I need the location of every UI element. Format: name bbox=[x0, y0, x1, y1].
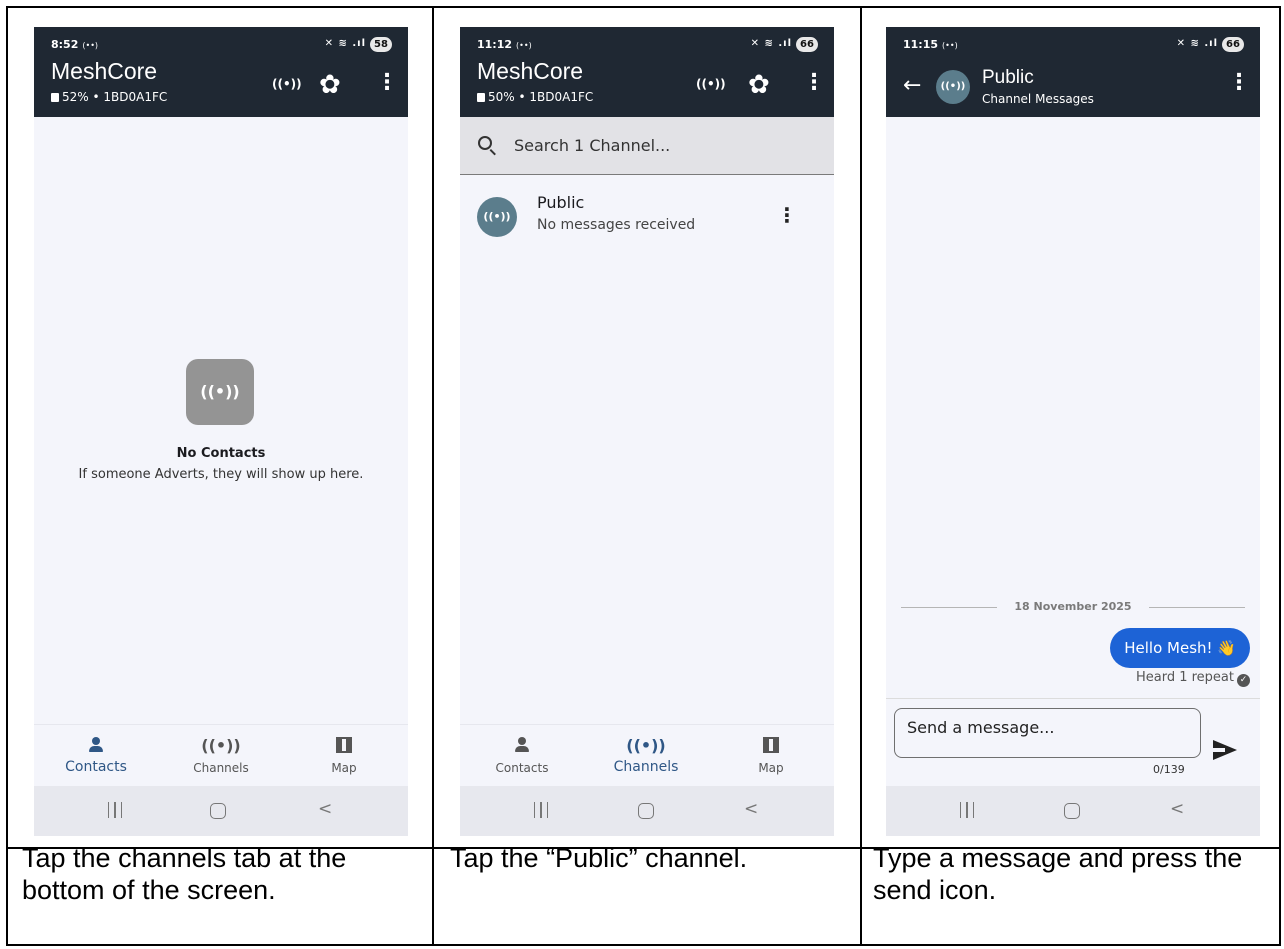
date-separator: 18 November 2025 bbox=[901, 599, 1245, 615]
back-arrow-icon[interactable]: ← bbox=[903, 75, 921, 97]
status-time: 8:52 (••) bbox=[51, 38, 99, 51]
settings-gear-icon[interactable]: ✿ bbox=[748, 72, 770, 98]
search-icon bbox=[478, 136, 492, 150]
phone-screen-channels: 11:12 (••) ✕ ≋ .ıl 66 MeshCore 50% • 1BD0… bbox=[460, 27, 834, 836]
status-bar: 11:15 (••) ✕ ≋ .ıl 66 bbox=[903, 37, 1244, 54]
back-button[interactable]: < bbox=[744, 799, 758, 819]
recents-button[interactable] bbox=[534, 802, 548, 818]
tab-map[interactable]: Map bbox=[711, 725, 831, 787]
delivery-status: Heard 1 repeat ✓ bbox=[1136, 670, 1250, 687]
chat-title: Public bbox=[982, 67, 1034, 88]
home-button[interactable] bbox=[1064, 803, 1080, 819]
map-icon bbox=[284, 737, 404, 757]
phone-screen-chat: 11:15 (••) ✕ ≋ .ıl 66 ← ((•)) Public Chan… bbox=[886, 27, 1260, 836]
channel-broadcast-avatar-icon: ((•)) bbox=[936, 70, 970, 104]
battery-indicator: 58 bbox=[370, 37, 392, 52]
channel-search-bar[interactable]: Search 1 Channel... bbox=[460, 117, 834, 175]
check-icon: ✓ bbox=[1237, 674, 1250, 687]
bottom-navigation: Contacts ((•)) Channels Map bbox=[460, 724, 834, 786]
status-bar: 11:12 (••) ✕ ≋ .ıl 66 bbox=[477, 37, 818, 54]
status-time: 11:12 (••) bbox=[477, 38, 532, 51]
app-title: MeshCore bbox=[51, 58, 158, 84]
back-button[interactable]: < bbox=[318, 799, 332, 819]
phone-screen-contacts: 8:52 (••) ✕ ≋ .ıl 58 MeshCore 52% • 1BD0A… bbox=[34, 27, 408, 836]
character-counter: 0/139 bbox=[1153, 763, 1185, 776]
map-icon bbox=[711, 737, 831, 757]
home-button[interactable] bbox=[210, 803, 226, 819]
advert-broadcast-icon[interactable]: ((•)) bbox=[272, 77, 302, 91]
step-3-caption: Type a message and press the send icon. bbox=[873, 843, 1243, 905]
signal-icons: ✕ ≋ .ıl bbox=[750, 38, 792, 49]
channel-list-item[interactable]: ((•)) Public No messages received ⋮ bbox=[460, 187, 834, 251]
sent-message-bubble[interactable]: Hello Mesh! 👋 bbox=[1110, 628, 1250, 668]
app-bar: 11:15 (••) ✕ ≋ .ıl 66 ← ((•)) Public Chan… bbox=[886, 27, 1260, 117]
app-bar: 11:12 (••) ✕ ≋ .ıl 66 MeshCore 50% • 1BD0… bbox=[460, 27, 834, 117]
tab-contacts[interactable]: Contacts bbox=[36, 725, 156, 787]
person-icon bbox=[462, 737, 582, 757]
channel-broadcast-avatar-icon: ((•)) bbox=[477, 197, 517, 237]
tab-map-label: Map bbox=[758, 761, 784, 775]
tab-map-label: Map bbox=[331, 761, 357, 775]
broadcast-icon: ((•)) bbox=[201, 736, 241, 755]
battery-indicator: 66 bbox=[1222, 37, 1244, 52]
signal-icons: ✕ ≋ .ıl bbox=[1176, 38, 1218, 49]
date-separator-label: 18 November 2025 bbox=[1014, 600, 1132, 613]
chat-subtitle: Channel Messages bbox=[982, 92, 1094, 106]
signal-icons: ✕ ≋ .ıl bbox=[324, 38, 366, 49]
recents-button[interactable] bbox=[108, 802, 122, 818]
battery-icon bbox=[477, 93, 485, 102]
empty-state-message: If someone Adverts, they will show up he… bbox=[78, 467, 364, 482]
system-navigation-bar: < bbox=[34, 786, 408, 836]
tab-channels[interactable]: ((•)) Channels bbox=[161, 725, 281, 787]
column-divider bbox=[860, 8, 862, 944]
tab-contacts-label: Contacts bbox=[495, 761, 549, 775]
tab-channels[interactable]: ((•)) Channels bbox=[586, 725, 706, 787]
battery-indicator: 66 bbox=[796, 37, 818, 52]
send-icon[interactable] bbox=[1213, 740, 1237, 760]
person-icon bbox=[36, 737, 156, 757]
step-1-caption: Tap the channels tab at the bottom of th… bbox=[22, 843, 347, 905]
system-navigation-bar: < bbox=[460, 786, 834, 836]
composer-divider bbox=[886, 698, 1260, 699]
status-bar: 8:52 (••) ✕ ≋ .ıl 58 bbox=[51, 37, 392, 54]
tab-contacts[interactable]: Contacts bbox=[462, 725, 582, 787]
overflow-menu-icon[interactable]: ⋮ bbox=[376, 72, 398, 94]
step-2-caption: Tap the “Public” channel. bbox=[450, 843, 748, 873]
empty-state-title: No Contacts bbox=[176, 446, 266, 461]
app-bar: 8:52 (••) ✕ ≋ .ıl 58 MeshCore 52% • 1BD0A… bbox=[34, 27, 408, 117]
device-subtitle: 52% • 1BD0A1FC bbox=[51, 90, 167, 104]
channel-menu-icon[interactable]: ⋮ bbox=[777, 203, 797, 227]
system-navigation-bar: < bbox=[886, 786, 1260, 836]
device-subtitle: 50% • 1BD0A1FC bbox=[477, 90, 593, 104]
tab-map[interactable]: Map bbox=[284, 725, 404, 787]
message-input[interactable] bbox=[894, 708, 1201, 758]
column-divider bbox=[432, 8, 434, 944]
overflow-menu-icon[interactable]: ⋮ bbox=[1228, 72, 1250, 94]
status-time: 11:15 (••) bbox=[903, 38, 958, 51]
broadcast-icon: ((•)) bbox=[626, 736, 666, 755]
advert-broadcast-icon[interactable]: ((•)) bbox=[696, 77, 726, 91]
battery-icon bbox=[51, 93, 59, 102]
waving-hand-emoji: 👋 bbox=[1217, 639, 1236, 657]
channel-name: Public bbox=[537, 193, 585, 212]
tab-channels-label: Channels bbox=[613, 759, 679, 775]
back-button[interactable]: < bbox=[1170, 799, 1184, 819]
bottom-navigation: Contacts ((•)) Channels Map bbox=[34, 724, 408, 786]
no-contacts-broadcast-icon: ((•)) bbox=[186, 359, 254, 425]
overflow-menu-icon[interactable]: ⋮ bbox=[803, 72, 825, 94]
recents-button[interactable] bbox=[960, 802, 974, 818]
search-input[interactable]: Search 1 Channel... bbox=[514, 136, 670, 155]
app-title: MeshCore bbox=[477, 58, 584, 84]
home-button[interactable] bbox=[638, 803, 654, 819]
channel-preview: No messages received bbox=[537, 217, 696, 233]
tab-contacts-label: Contacts bbox=[65, 759, 127, 775]
tab-channels-label: Channels bbox=[193, 761, 249, 775]
settings-gear-icon[interactable]: ✿ bbox=[319, 72, 341, 98]
